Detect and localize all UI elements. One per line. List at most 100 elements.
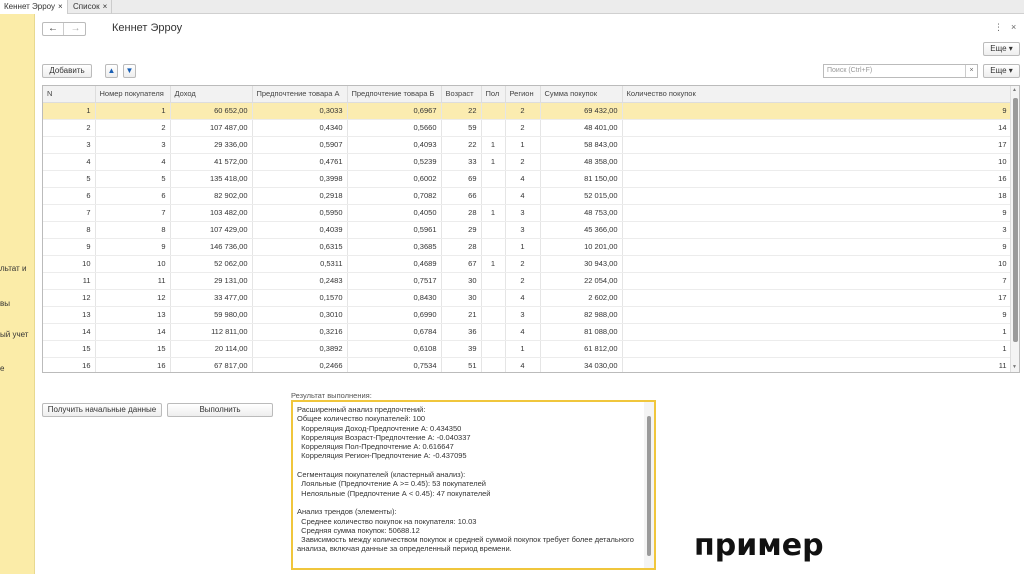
column-header[interactable]: N (43, 86, 96, 103)
table-cell: 15 (43, 340, 96, 358)
table-cell: 14 (95, 323, 171, 341)
column-header[interactable]: Возраст (441, 86, 482, 103)
table-more-button[interactable]: Еще ▾ (983, 64, 1020, 78)
table-cell: 2 (95, 119, 171, 137)
tab-list[interactable]: Список × (69, 0, 113, 14)
table-cell: 28 (441, 204, 482, 222)
clear-search-icon[interactable]: × (965, 65, 977, 77)
table-row[interactable]: 7 7 103 482,00 0,5950 0,4050 28 1 3 48 753,00 9 (43, 204, 1012, 222)
back-arrow-icon[interactable]: ← (43, 23, 64, 35)
table-cell: 3 (505, 306, 541, 324)
table-cell: 0,6108 (347, 340, 442, 358)
column-header[interactable]: Пол (481, 86, 506, 103)
sidebar-item[interactable]: вы (0, 299, 10, 308)
table-cell: 52 015,00 (540, 187, 623, 205)
table-row[interactable]: 15 15 20 114,00 0,3892 0,6108 39 1 61 812,00 1 (43, 340, 1012, 358)
table-cell: 48 753,00 (540, 204, 623, 222)
table-cell (481, 187, 506, 205)
scroll-down-icon[interactable]: ▼ (1012, 364, 1017, 370)
column-header[interactable]: Сумма покупок (540, 86, 623, 103)
table-row[interactable]: 12 12 33 477,00 0,1570 0,8430 30 4 2 602,00 17 (43, 289, 1012, 307)
result-label: Результат выполнения: (291, 391, 372, 400)
table-row[interactable]: 8 8 107 429,00 0,4039 0,5961 29 3 45 366,00 3 (43, 221, 1012, 239)
column-header[interactable]: Предпочтение товара А (252, 86, 348, 103)
result-text: Расширенный анализ предпочтений: Общее к… (297, 405, 634, 554)
tab-close-icon[interactable]: × (103, 2, 108, 11)
table-cell: 0,6315 (252, 238, 348, 256)
table-cell: 69 (441, 170, 482, 188)
table-cell: 66 (441, 187, 482, 205)
tab-close-icon[interactable]: × (58, 2, 63, 11)
column-header[interactable]: Количество покупок (622, 86, 1012, 103)
more-label: Еще (990, 44, 1007, 53)
move-up-button[interactable]: ▲ (105, 64, 118, 78)
column-header[interactable]: Регион (505, 86, 541, 103)
table-cell: 0,5311 (252, 255, 348, 273)
table-cell: 0,2918 (252, 187, 348, 205)
table-cell: 1 (481, 136, 506, 154)
table-row[interactable]: 3 3 29 336,00 0,5907 0,4093 22 1 1 58 843,00 17 (43, 136, 1012, 154)
column-header[interactable]: Предпочтение товара Б (347, 86, 442, 103)
table-row[interactable]: 5 5 135 418,00 0,3998 0,6002 69 4 81 150,00 16 (43, 170, 1012, 188)
table-cell (481, 306, 506, 324)
table-cell: 59 980,00 (170, 306, 253, 324)
sidebar-item[interactable]: ый учет (0, 330, 28, 339)
sidebar-item[interactable]: льтат и (0, 264, 26, 273)
scrollbar-thumb[interactable] (1013, 98, 1018, 342)
table-row[interactable]: 16 16 67 817,00 0,2466 0,7534 51 4 34 030,00 11 (43, 357, 1012, 372)
table-cell: 51 (441, 357, 482, 372)
table-cell: 112 811,00 (170, 323, 253, 341)
table-scrollbar[interactable]: ▲ ▼ (1010, 86, 1019, 372)
table-cell: 4 (95, 153, 171, 171)
table-row[interactable]: 1 1 60 652,00 0,3033 0,6967 22 2 69 432,00 9 (43, 102, 1012, 120)
table-header-row: N Номер покупателя Доход Предпочтение то… (43, 86, 1012, 103)
column-header[interactable]: Номер покупателя (95, 86, 171, 103)
table-cell: 0,8430 (347, 289, 442, 307)
add-button[interactable]: Добавить (42, 64, 92, 78)
search-input[interactable]: Поиск (Ctrl+F) × (823, 64, 978, 78)
arrow-down-icon: ▼ (125, 66, 134, 75)
table-cell: 29 (441, 221, 482, 239)
table-row[interactable]: 2 2 107 487,00 0,4340 0,5660 59 2 48 401,00 14 (43, 119, 1012, 137)
table-cell: 9 (622, 204, 1012, 222)
scrollbar-thumb[interactable] (647, 416, 651, 556)
table-row[interactable]: 9 9 146 736,00 0,6315 0,3685 28 1 10 201,00 9 (43, 238, 1012, 256)
table-row[interactable]: 4 4 41 572,00 0,4761 0,5239 33 1 2 48 358,00 10 (43, 153, 1012, 171)
result-textarea[interactable]: Расширенный анализ предпочтений: Общее к… (291, 400, 656, 570)
table-cell: 22 (441, 102, 482, 120)
column-header[interactable]: Доход (170, 86, 253, 103)
table-cell: 0,5961 (347, 221, 442, 239)
table-cell: 2 (505, 272, 541, 290)
table-row[interactable]: 13 13 59 980,00 0,3010 0,6990 21 3 82 988,00 9 (43, 306, 1012, 324)
scroll-up-icon[interactable]: ▲ (1012, 87, 1017, 93)
table-cell: 5 (43, 170, 96, 188)
tab-kenneth-arrow[interactable]: Кеннет Эрроу × (0, 0, 68, 14)
table-row[interactable]: 14 14 112 811,00 0,3216 0,6784 36 4 81 088,00 1 (43, 323, 1012, 341)
close-icon[interactable]: × (1011, 22, 1016, 32)
table-cell: 2 (43, 119, 96, 137)
result-scrollbar[interactable] (644, 402, 654, 568)
table-cell: 48 358,00 (540, 153, 623, 171)
table-row[interactable]: 11 11 29 131,00 0,2483 0,7517 30 2 22 054,00 7 (43, 272, 1012, 290)
table-cell: 10 (622, 153, 1012, 171)
table-row[interactable]: 6 6 82 902,00 0,2918 0,7082 66 4 52 015,00 18 (43, 187, 1012, 205)
kebab-menu-icon[interactable]: ⋮ (994, 22, 1003, 33)
table-cell: 1 (622, 323, 1012, 341)
table-cell: 0,5907 (252, 136, 348, 154)
table-cell: 4 (505, 170, 541, 188)
table-cell: 11 (95, 272, 171, 290)
table-cell: 9 (43, 238, 96, 256)
table-cell: 0,3010 (252, 306, 348, 324)
get-initial-data-button[interactable]: Получить начальные данные (42, 403, 162, 417)
forward-arrow-icon[interactable]: → (65, 23, 86, 35)
nav-buttons: ← → (42, 22, 86, 36)
move-down-button[interactable]: ▼ (123, 64, 136, 78)
table-cell: 103 482,00 (170, 204, 253, 222)
table-cell: 30 (441, 289, 482, 307)
table-cell: 22 054,00 (540, 272, 623, 290)
table-cell: 0,4689 (347, 255, 442, 273)
table-row[interactable]: 10 10 52 062,00 0,5311 0,4689 67 1 2 30 943,00 10 (43, 255, 1012, 273)
run-button[interactable]: Выполнить (167, 403, 273, 417)
header-more-button[interactable]: Еще ▾ (983, 42, 1020, 56)
sidebar-item[interactable]: е (0, 364, 4, 373)
